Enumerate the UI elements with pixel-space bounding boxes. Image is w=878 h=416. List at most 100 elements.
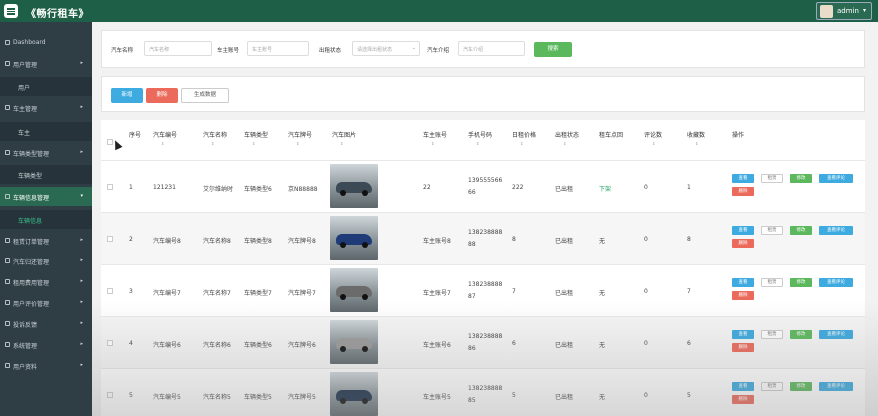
view-button[interactable]: 查看 [732,174,754,183]
sidebar-item-label: 车主管理 [13,106,38,113]
cell-type: 车辆类型6 [244,186,272,193]
sidebar-item-user-management[interactable]: 用户管理 ▸ [0,54,92,73]
video-fade-overlay [92,300,878,416]
header-daily-price[interactable]: 日租价格 ⇕ [512,130,536,146]
sort-icon[interactable]: ⇕ [476,141,492,146]
edit-button[interactable]: 修改 [790,278,812,287]
view-button[interactable]: 查看 [732,278,754,287]
del-button[interactable]: 删除 [732,239,754,248]
cell-code: 121231 [153,184,176,191]
sidebar-item-car-info-management[interactable]: 车辆信息管理 ▾ [0,187,92,206]
row-checkbox[interactable] [107,184,113,190]
header-car-image[interactable]: 汽车图片 ⇕ [332,130,356,146]
header-comments[interactable]: 评论数 ⇕ [644,130,662,146]
cell-type: 车辆类型8 [244,238,272,245]
sidebar-item-car-type-management[interactable]: 车辆类型管理 ▸ [0,143,92,162]
cell-status: 已出租 [555,238,574,245]
sort-icon[interactable]: ⇕ [296,141,312,146]
sidebar-item-car-return[interactable]: 汽车归还管理 ▸ [0,251,92,270]
cell-phone-line1: 139555566 [468,177,503,184]
sort-icon[interactable]: ⇕ [161,141,177,146]
cell-phone-line2: 88 [468,241,476,248]
sidebar-item-profile[interactable]: 用户资料 ▸ [0,356,92,375]
sidebar-item-label: 用户评价管理 [13,301,50,308]
chevron-right-icon: ▸ [80,237,83,243]
comment-button[interactable]: 查看评论 [819,278,853,287]
edit-button[interactable]: 修改 [790,226,812,235]
car-intro-input[interactable]: 汽车介绍 [458,41,525,56]
row-checkbox[interactable] [107,288,113,294]
detail-button[interactable]: 租赁 [761,278,783,287]
header-label: 汽车编号 [153,132,178,139]
rent-status-select[interactable]: 请选择出租状态 ⌄ [352,41,420,56]
sidebar-item-owner-management[interactable]: 车主管理 ▸ [0,98,92,117]
cell-price: 8 [512,236,516,243]
header-owner[interactable]: 车主账号 ⇕ [423,130,447,146]
generate-data-button[interactable]: 生成数据 [181,88,229,103]
chevron-right-icon: ▸ [80,60,83,66]
header-favorites[interactable]: 收藏数 ⇕ [687,130,705,146]
cell-plate: 汽车牌号7 [288,290,316,297]
user-icon [5,363,10,368]
car-image[interactable] [330,216,378,260]
sort-icon[interactable]: ⇕ [652,141,662,146]
sidebar-item-system[interactable]: 系统管理 ▸ [0,335,92,354]
header-phone[interactable]: 手机号码 ⇕ [468,130,492,146]
header-rent-status[interactable]: 出租状态 ⇕ [555,130,579,146]
sidebar-subitem-car-info[interactable]: 车辆信息 [0,210,92,229]
owner-icon [5,105,10,110]
comment-button[interactable]: 查看评论 [819,226,853,235]
sidebar-item-rental-orders[interactable]: 租赁订单管理 ▸ [0,231,92,250]
sort-icon[interactable]: ⇕ [431,141,447,146]
sidebar-item-label: 车辆信息 [18,218,43,225]
header-car-type[interactable]: 车辆类型 ⇕ [244,130,268,146]
detail-button[interactable]: 租赁 [761,226,783,235]
del-button[interactable]: 删除 [732,291,754,300]
sort-icon[interactable]: ⇕ [340,141,356,146]
owner-account-label: 车主账号 [217,48,240,54]
cell-flag: 下架 [599,186,612,193]
search-button[interactable]: 搜索 [534,42,572,57]
sidebar-subitem-car-type[interactable]: 车辆类型 [0,165,92,184]
sidebar-subitem-owner[interactable]: 车主 [0,122,92,141]
wheel-shape [340,242,346,248]
add-button[interactable]: 新增 [111,88,143,103]
cell-type: 车辆类型7 [244,290,272,297]
owner-account-input[interactable]: 车主账号 [247,41,309,56]
cell-status: 已出租 [555,186,574,193]
header-label: 车辆类型 [244,132,269,139]
filter-panel: 汽车名称 汽车名称 车主账号 车主账号 出租状态 请选择出租状态 ⌄ 汽车介绍 汽… [101,30,865,68]
edit-button[interactable]: 修改 [790,174,812,183]
sort-icon[interactable]: ⇕ [695,141,705,146]
sidebar-item-user-reviews[interactable]: 用户评价管理 ▸ [0,293,92,312]
sort-icon[interactable]: ⇕ [563,141,579,146]
sidebar-subitem-user[interactable]: 用户 [0,77,92,96]
header-car-code[interactable]: 汽车编号 ⇕ [153,130,177,146]
sort-icon[interactable]: ⇕ [520,141,536,146]
sidebar-item-complaints[interactable]: 投诉反馈 ▸ [0,314,92,333]
cell-name: 汽车名称7 [203,290,231,297]
delete-button[interactable]: 删除 [146,88,178,103]
del-button[interactable]: 删除 [732,187,754,196]
sidebar-item-dashboard[interactable]: Dashboard [0,33,92,52]
row-checkbox[interactable] [107,236,113,242]
sort-icon[interactable]: ⇕ [252,141,268,146]
view-button[interactable]: 查看 [732,226,754,235]
cell-comments: 0 [644,288,648,295]
car-name-input[interactable]: 汽车名称 [144,41,212,56]
sort-icon[interactable]: ⇕ [211,141,227,146]
header-plate[interactable]: 汽车牌号 ⇕ [288,130,312,146]
header-label: 车主账号 [423,132,448,139]
cell-idx: 3 [129,288,133,295]
detail-button[interactable]: 租赁 [761,174,783,183]
header-car-name[interactable]: 汽车名称 ⇕ [203,130,227,146]
comment-button[interactable]: 查看评论 [819,174,853,183]
car-image[interactable] [330,164,378,208]
sidebar-item-rental-fees[interactable]: 租用费用管理 ▸ [0,272,92,291]
cell-idx: 1 [129,184,133,191]
menu-toggle-icon[interactable] [4,4,18,18]
header-label: 汽车图片 [332,132,357,139]
user-menu[interactable]: admin ▾ [816,2,872,20]
header-return-point: 租车点回 [599,130,623,139]
cell-comments: 0 [644,184,648,191]
